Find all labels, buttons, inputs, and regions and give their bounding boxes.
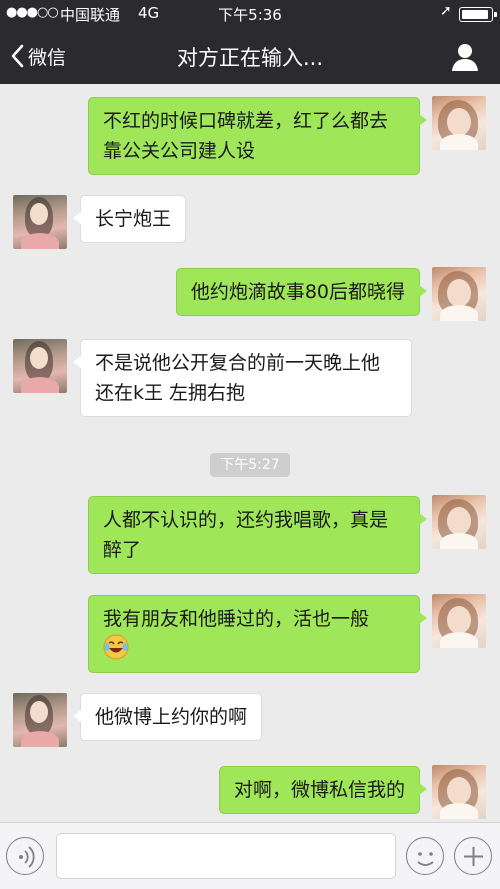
location-arrow-icon: ➚	[440, 3, 452, 19]
message-text: 他约炮滴故事80后都晓得	[190, 281, 405, 303]
person-icon	[452, 44, 478, 71]
chat-info-button[interactable]	[450, 42, 480, 72]
message-text: 不是说他公开复合的前一天晚上他还在k王 左拥右抱	[95, 352, 381, 404]
contact-avatar[interactable]	[13, 339, 67, 393]
voice-input-button[interactable]	[6, 837, 44, 875]
message-text: 不红的时候口碑就差，红了么都去靠公关公司建人设	[103, 110, 389, 162]
chat-area[interactable]: 不红的时候口碑就差，红了么都去靠公关公司建人设 长宁炮王 他约炮滴故事80后都晓…	[0, 84, 500, 822]
message-text: 我有朋友和他睡过的，活也一般	[103, 608, 370, 630]
message-input[interactable]	[56, 833, 396, 879]
battery-icon	[459, 7, 497, 22]
message-bubble-outgoing[interactable]: 不红的时候口碑就差，红了么都去靠公关公司建人设	[88, 97, 427, 175]
contact-avatar[interactable]	[13, 693, 67, 747]
crying-laughing-emoji-icon	[103, 634, 129, 660]
status-time: 下午5:36	[218, 6, 282, 24]
message-bubble-incoming[interactable]: 长宁炮王	[72, 195, 187, 243]
message-text: 对啊，微博私信我的	[233, 779, 405, 801]
smiley-icon	[417, 852, 434, 866]
chat-title: 对方正在输入...	[176, 46, 324, 70]
message-bubble-incoming[interactable]: 不是说他公开复合的前一天晚上他还在k王 左拥右抱	[73, 339, 412, 417]
my-avatar[interactable]	[432, 495, 486, 549]
voice-wave-icon	[19, 846, 35, 868]
message-bubble-outgoing[interactable]: 人都不认识的，还约我唱歌，真是醉了	[88, 496, 427, 574]
chat-header: 微信 对方正在输入...	[0, 28, 500, 84]
message-text: 长宁炮王	[95, 208, 172, 230]
my-avatar[interactable]	[432, 765, 486, 819]
message-bubble-outgoing[interactable]: 他约炮滴故事80后都晓得	[175, 268, 428, 316]
my-avatar[interactable]	[432, 594, 486, 648]
plus-icon	[464, 847, 483, 866]
message-timestamp: 下午5:27	[210, 453, 290, 477]
message-bubble-outgoing[interactable]: 我有朋友和他睡过的，活也一般	[88, 595, 427, 673]
message-bubble-outgoing[interactable]: 对啊，微博私信我的	[218, 766, 428, 814]
input-toolbar	[0, 822, 500, 889]
contact-avatar[interactable]	[13, 195, 67, 249]
my-avatar[interactable]	[432, 96, 486, 150]
emoji-button[interactable]	[406, 837, 444, 875]
status-bar: ●●●○○ 中国联通 4G 下午5:36 ➚	[0, 0, 500, 28]
more-options-button[interactable]	[454, 837, 492, 875]
message-text: 人都不认识的，还约我唱歌，真是醉了	[103, 509, 389, 561]
message-bubble-incoming[interactable]: 他微博上约你的啊	[72, 693, 263, 741]
my-avatar[interactable]	[432, 267, 486, 321]
message-text: 他微博上约你的啊	[95, 706, 248, 728]
